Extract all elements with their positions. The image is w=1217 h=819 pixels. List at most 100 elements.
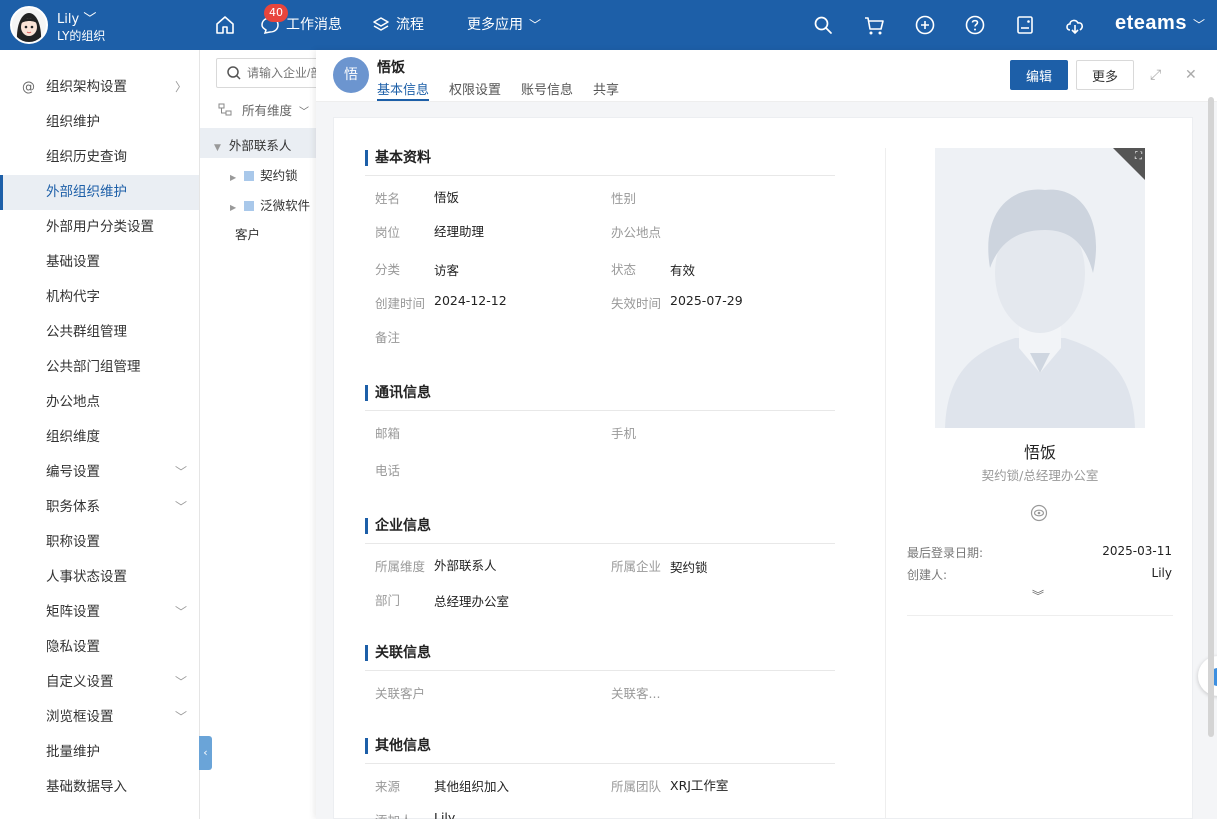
menu-item-org-maintain[interactable]: 组织维护	[0, 105, 199, 140]
building-icon	[244, 171, 255, 181]
dimension-selector[interactable]: 所有维度 ﹀	[218, 100, 309, 120]
section-divider	[365, 543, 835, 544]
cloud-download-icon[interactable]	[1063, 13, 1087, 37]
fullscreen-icon[interactable]: ⛶	[1135, 151, 1142, 162]
user-avatar[interactable]	[10, 6, 48, 44]
collapse-handle[interactable]: ‹	[199, 736, 212, 770]
tree-node-child[interactable]: ▶ 契约锁	[230, 165, 298, 184]
home-icon[interactable]	[214, 0, 236, 50]
menu-label: 职务体系	[46, 499, 100, 515]
add-circle-icon[interactable]	[913, 13, 937, 37]
menu-label: 机构代字	[46, 289, 100, 305]
menu-item-batch[interactable]: 批量维护	[0, 735, 199, 770]
menu-label: 职称设置	[46, 534, 100, 550]
help-icon[interactable]	[963, 13, 987, 37]
cart-icon[interactable]	[862, 13, 886, 37]
tab-permissions[interactable]: 权限设置	[449, 79, 501, 98]
field-value-team: XRJ工作室	[670, 778, 729, 793]
section-title-basic: 基本资料	[365, 150, 431, 166]
nav-label: 工作消息	[286, 17, 342, 33]
menu-label: 组织历史查询	[46, 149, 127, 165]
menu-item-job-system[interactable]: 职务体系 ﹀	[0, 490, 199, 525]
user-org: LY的组织	[57, 29, 106, 43]
field-label: 电话	[375, 463, 401, 478]
menu-label: 组织维护	[46, 114, 100, 130]
scrollbar-thumb[interactable]	[1208, 97, 1214, 737]
scrollbar[interactable]	[1208, 97, 1214, 737]
tab-account[interactable]: 账号信息	[521, 79, 573, 98]
profile-org-path: 契约锁/总经理办公室	[981, 468, 1099, 483]
field-label: 创建时间	[375, 296, 426, 311]
nav-workflow[interactable]: 流程	[372, 0, 424, 50]
menu-item-basic-settings[interactable]: 基础设置	[0, 245, 199, 280]
menu-label: 自定义设置	[46, 674, 114, 690]
menu-item-hr-status[interactable]: 人事状态设置	[0, 560, 199, 595]
field-label: 办公地点	[611, 225, 662, 240]
menu-item-office-location[interactable]: 办公地点	[0, 385, 199, 420]
menu-item-data-import[interactable]: 基础数据导入	[0, 770, 199, 805]
field-label: 关联客...	[611, 686, 661, 701]
menu-item-title-settings[interactable]: 职称设置	[0, 525, 199, 560]
menu-item-numbering[interactable]: 编号设置 ﹀	[0, 455, 199, 490]
left-menu: @ 组织架构设置 〉 组织维护 组织历史查询 外部组织维护 外部用户分类设置 基…	[0, 50, 200, 819]
menu-item-external-user-category[interactable]: 外部用户分类设置	[0, 210, 199, 245]
person-silhouette-icon	[945, 189, 1135, 428]
caret-down-icon: ▼	[214, 143, 221, 153]
field-value-post: 经理助理	[434, 224, 485, 239]
tree-search	[216, 58, 327, 88]
menu-label: 基础设置	[46, 254, 100, 270]
top-bar: Lily ﹀ LY的组织 工作消息 40 流程 更多应用 ﹀ eteams ﹀	[0, 0, 1217, 50]
menu-item-external-org[interactable]: 外部组织维护	[0, 175, 199, 210]
chevron-down-icon: ﹀	[1193, 18, 1206, 32]
tree-node-customer[interactable]: 客户	[235, 224, 260, 243]
search-icon[interactable]	[811, 13, 835, 37]
menu-item-matrix[interactable]: 矩阵设置 ﹀	[0, 595, 199, 630]
menu-label: 基础数据导入	[46, 779, 127, 795]
menu-item-org-structure[interactable]: @ 组织架构设置 〉	[0, 70, 199, 105]
field-value-company: 契约锁	[670, 560, 708, 575]
eye-icon[interactable]	[1030, 504, 1048, 526]
tab-share[interactable]: 共享	[593, 79, 619, 98]
section-divider	[365, 410, 835, 411]
field-value-adder: Lily	[434, 810, 456, 819]
menu-item-org-dimension[interactable]: 组织维度	[0, 420, 199, 455]
section-divider	[365, 763, 835, 764]
user-name[interactable]: Lily ﹀	[57, 8, 96, 27]
menu-item-privacy[interactable]: 隐私设置	[0, 630, 199, 665]
menu-label: 公共群组管理	[46, 324, 127, 340]
tree-node-root[interactable]: ▼ 外部联系人	[214, 135, 291, 154]
profile-photo[interactable]: ⛶	[935, 148, 1145, 428]
tree-node-child[interactable]: ▶ 泛微软件	[230, 195, 310, 214]
expand-icon[interactable]: ⤢	[1150, 67, 1161, 83]
menu-label: 外部组织维护	[46, 184, 127, 200]
section-divider	[365, 175, 835, 176]
nav-label: 更多应用	[467, 17, 523, 33]
search-icon	[226, 65, 242, 85]
document-icon[interactable]	[1013, 13, 1037, 37]
menu-label: 编号设置	[46, 464, 100, 480]
edit-button[interactable]: 编辑	[1010, 60, 1068, 90]
brand-logo[interactable]: eteams ﹀	[1115, 12, 1206, 35]
menu-item-org-history[interactable]: 组织历史查询	[0, 140, 199, 175]
tree-search-input[interactable]	[247, 64, 327, 82]
menu-item-public-groups[interactable]: 公共群组管理	[0, 315, 199, 350]
tree-node-label: 外部联系人	[228, 138, 292, 153]
menu-label: 组织架构设置	[46, 79, 127, 95]
more-button[interactable]: 更多	[1076, 60, 1134, 90]
field-value-source: 其他组织加入	[434, 779, 510, 794]
detail-card: 基本资料 姓名 悟饭 性别 岗位 经理助理 办公地点 分类 访客 状态 有效 创…	[333, 117, 1193, 819]
tab-basic-info[interactable]: 基本信息	[377, 79, 430, 101]
field-label: 来源	[375, 779, 401, 794]
menu-item-org-code[interactable]: 机构代字	[0, 280, 199, 315]
chevron-down-icon: ﹀	[298, 107, 309, 118]
menu-label: 外部用户分类设置	[46, 219, 154, 235]
menu-item-browser-box[interactable]: 浏览框设置 ﹀	[0, 700, 199, 735]
field-label: 所属企业	[611, 559, 662, 574]
menu-item-custom[interactable]: 自定义设置 ﹀	[0, 665, 199, 700]
nav-more-apps[interactable]: 更多应用 ﹀	[467, 0, 541, 50]
last-login-value: 2025-03-11	[1102, 544, 1172, 558]
chevron-down-icon: ﹀	[174, 710, 187, 724]
double-chevron-down-icon[interactable]: ︾	[1032, 587, 1044, 604]
close-icon[interactable]: ✕	[1185, 67, 1197, 83]
menu-item-public-dept-groups[interactable]: 公共部门组管理	[0, 350, 199, 385]
